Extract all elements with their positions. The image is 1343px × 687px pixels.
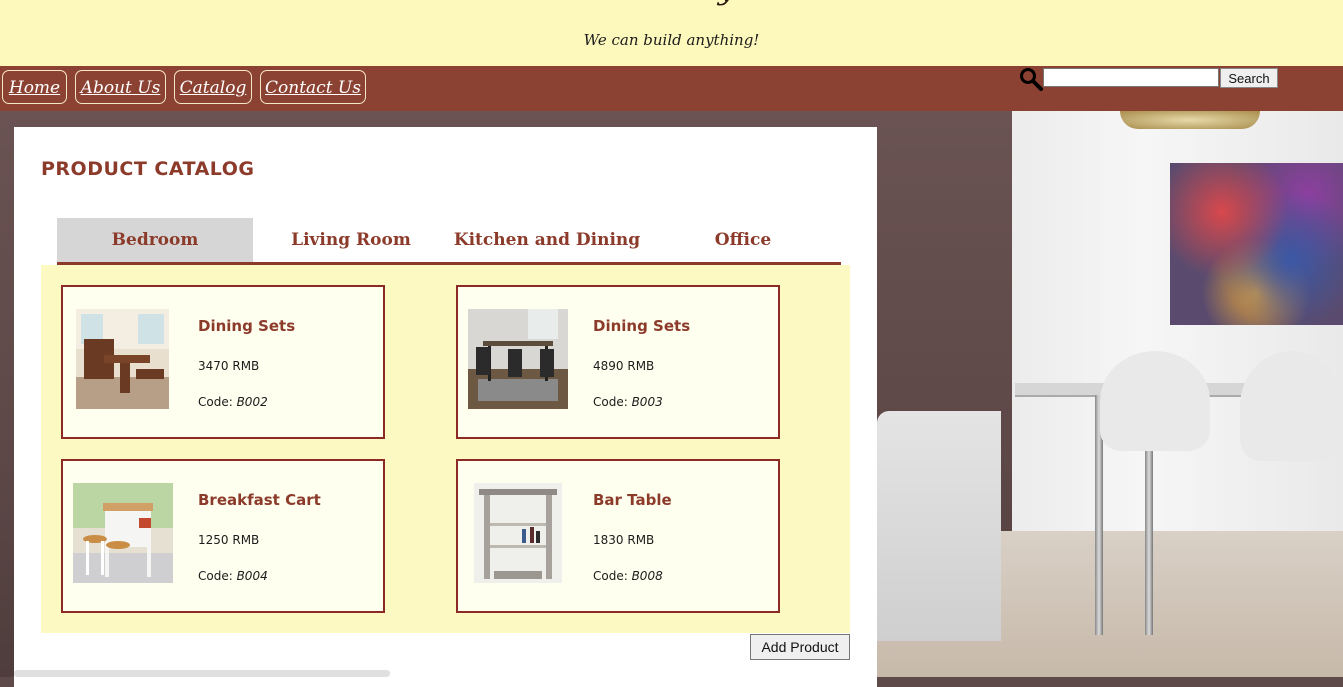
product-code-label: Code:	[593, 569, 632, 583]
product-image[interactable]	[76, 309, 169, 409]
tab-office[interactable]: Office	[645, 218, 841, 262]
add-product-button[interactable]: Add Product	[750, 634, 850, 660]
nav-about-link[interactable]: About Us	[75, 70, 166, 104]
product-price: 3470 RMB	[198, 359, 260, 373]
product-card[interactable]: Dining Sets 3470 RMB Code: B002	[61, 285, 385, 439]
product-card[interactable]: Bar Table 1830 RMB Code: B008	[456, 459, 780, 613]
tab-bedroom[interactable]: Bedroom	[57, 218, 253, 262]
background-chair	[1100, 351, 1210, 451]
nav-contact-link[interactable]: Contact Us	[260, 70, 366, 104]
search-icon[interactable]	[1018, 67, 1044, 91]
product-image[interactable]	[73, 483, 173, 583]
search-input[interactable]	[1043, 68, 1219, 87]
page-title: PRODUCT CATALOG	[41, 158, 255, 180]
product-name: Breakfast Cart	[198, 491, 321, 509]
nav-home-link[interactable]: Home	[2, 70, 67, 104]
product-card[interactable]: Breakfast Cart 1250 RMB Code: B004	[61, 459, 385, 613]
product-image[interactable]	[468, 309, 568, 409]
tab-living-room[interactable]: Living Room	[253, 218, 449, 262]
product-code-value: B003	[631, 395, 663, 409]
product-code-label: Code:	[198, 395, 237, 409]
product-card[interactable]: Dining Sets 4890 RMB Code: B003	[456, 285, 780, 439]
tab-kitchen-dining[interactable]: Kitchen and Dining	[449, 218, 645, 262]
product-price: 4890 RMB	[593, 359, 655, 373]
search-button[interactable]: Search	[1220, 68, 1278, 88]
product-code-label: Code:	[593, 395, 632, 409]
nav-catalog-link[interactable]: Catalog	[174, 70, 252, 104]
site-header: y We can build anything!	[0, 0, 1343, 66]
product-code-value: B002	[236, 395, 268, 409]
horizontal-scrollbar[interactable]	[14, 670, 390, 677]
product-name: Dining Sets	[198, 317, 296, 335]
product-image[interactable]	[474, 483, 562, 583]
background-chair	[1240, 351, 1343, 461]
product-code-label: Code:	[198, 569, 237, 583]
site-title-fragment: y	[718, 0, 735, 7]
product-name: Dining Sets	[593, 317, 691, 335]
wall-painting	[1170, 163, 1343, 325]
product-code: Code: B004	[198, 569, 268, 583]
product-price: 1250 RMB	[198, 533, 260, 547]
product-code: Code: B002	[198, 395, 268, 409]
background-sofa	[877, 411, 1001, 641]
product-code-value: B004	[236, 569, 268, 583]
product-price: 1830 RMB	[593, 533, 655, 547]
product-code-value: B008	[631, 569, 663, 583]
product-code: Code: B008	[593, 569, 663, 583]
site-tagline: We can build anything!	[583, 31, 760, 49]
product-name: Bar Table	[593, 491, 672, 509]
product-code: Code: B003	[593, 395, 663, 409]
category-tabs: Bedroom Living Room Kitchen and Dining O…	[57, 218, 841, 265]
pendant-lamp	[1120, 111, 1260, 129]
